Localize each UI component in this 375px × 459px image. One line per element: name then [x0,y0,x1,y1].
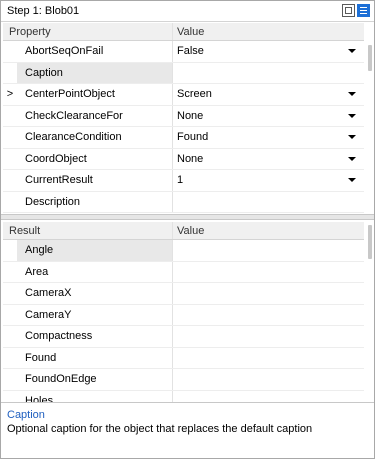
property-value[interactable]: None [173,106,364,127]
property-row[interactable]: Description [3,191,364,213]
property-name[interactable]: ClearanceCondition [17,127,173,148]
result-value[interactable] [173,348,364,369]
property-row[interactable]: > CenterPointObject Screen [3,84,364,106]
list-view-icon[interactable] [357,4,370,17]
property-value[interactable]: Screen [173,84,364,105]
results-scrollbar[interactable] [368,225,372,259]
properties-scrollbar[interactable] [368,45,372,71]
expand-icon [3,369,17,390]
expand-icon [3,170,17,191]
property-value[interactable]: Found [173,127,364,148]
property-value[interactable]: False [173,41,364,62]
help-text: Optional caption for the object that rep… [7,423,313,435]
result-row[interactable]: Holes [3,390,364,403]
result-value[interactable] [173,283,364,304]
result-value-column-header[interactable]: Value [173,222,364,239]
property-value-text: None [177,152,204,165]
result-column-header[interactable]: Result [3,222,173,239]
result-row[interactable]: FoundOnEdge [3,369,364,391]
expand-icon [3,305,17,326]
dropdown-arrow-icon[interactable] [348,113,356,118]
result-name[interactable]: Compactness [17,326,173,347]
window-title: Step 1: Blob01 [7,5,80,17]
expand-icon [3,240,17,261]
property-row[interactable]: CurrentResult 1 [3,170,364,192]
title-bar: Step 1: Blob01 [1,1,374,22]
result-name[interactable]: Angle [17,240,173,261]
dropdown-arrow-icon[interactable] [348,178,356,182]
expand-icon[interactable]: > [3,84,17,105]
property-value[interactable]: 1 [173,170,364,191]
grid-splitter[interactable] [1,214,374,220]
property-value-text: 1 [177,174,184,187]
expand-icon [3,192,17,213]
expand-icon [3,262,17,283]
property-value[interactable] [173,63,364,84]
result-row[interactable]: Area [3,261,364,283]
help-panel: Caption Optional caption for the object … [1,402,374,458]
result-value[interactable] [173,262,364,283]
expand-icon [3,106,17,127]
property-name[interactable]: CheckClearanceFor [17,105,173,126]
property-row[interactable]: CoordObject None [3,148,364,170]
property-value-text: Screen [177,88,212,101]
result-row[interactable]: CameraX [3,283,364,305]
categorized-view-icon[interactable] [342,4,355,17]
result-value[interactable] [173,240,364,261]
result-name[interactable]: Holes [17,390,173,402]
expand-icon [3,127,17,148]
results-header: Result Value [3,222,364,240]
dropdown-arrow-icon[interactable] [348,135,356,139]
properties-grid: Property Value AbortSeqOnFail False Captio… [3,23,364,213]
dropdown-arrow-icon[interactable] [348,92,356,96]
property-value-text: None [177,109,204,122]
results-grid: Result Value Angle Area CameraX CameraY Comp… [3,222,364,402]
result-row[interactable]: Found [3,347,364,369]
value-column-header[interactable]: Value [173,23,364,40]
expand-icon [3,283,17,304]
property-value-text: Found [177,131,209,144]
result-name[interactable]: Area [17,261,173,282]
property-row[interactable]: Caption [3,62,364,84]
result-row[interactable]: CameraY [3,304,364,326]
property-row[interactable]: ClearanceCondition Found [3,127,364,149]
expand-icon [3,63,17,84]
property-value-text: False [177,45,204,58]
help-title: Caption [7,409,45,421]
result-row[interactable]: Angle [3,240,364,262]
expand-icon [3,391,17,403]
property-name[interactable]: CoordObject [17,148,173,169]
property-value[interactable] [173,192,364,213]
property-column-header[interactable]: Property [3,23,173,40]
result-value[interactable] [173,305,364,326]
property-name[interactable]: Description [17,191,173,212]
expand-icon [3,348,17,369]
result-value[interactable] [173,391,364,403]
result-name[interactable]: CameraY [17,304,173,325]
dropdown-arrow-icon[interactable] [348,156,356,161]
result-row[interactable]: Compactness [3,326,364,348]
result-name[interactable]: Found [17,347,173,368]
expand-icon [3,149,17,170]
properties-window: Step 1: Blob01 Property Value AbortSeqOn… [0,0,375,459]
property-name[interactable]: CenterPointObject [17,84,173,105]
result-value[interactable] [173,326,364,347]
properties-header: Property Value [3,23,364,41]
result-name[interactable]: CameraX [17,283,173,304]
dropdown-arrow-icon[interactable] [348,49,356,53]
property-name[interactable]: Caption [17,62,173,83]
property-value[interactable]: None [173,149,364,170]
property-name[interactable]: CurrentResult [17,170,173,191]
property-row[interactable]: CheckClearanceFor None [3,105,364,127]
property-row[interactable]: AbortSeqOnFail False [3,41,364,63]
expand-icon [3,326,17,347]
result-value[interactable] [173,369,364,390]
property-name[interactable]: AbortSeqOnFail [17,41,173,62]
result-name[interactable]: FoundOnEdge [17,369,173,390]
expand-icon [3,41,17,62]
